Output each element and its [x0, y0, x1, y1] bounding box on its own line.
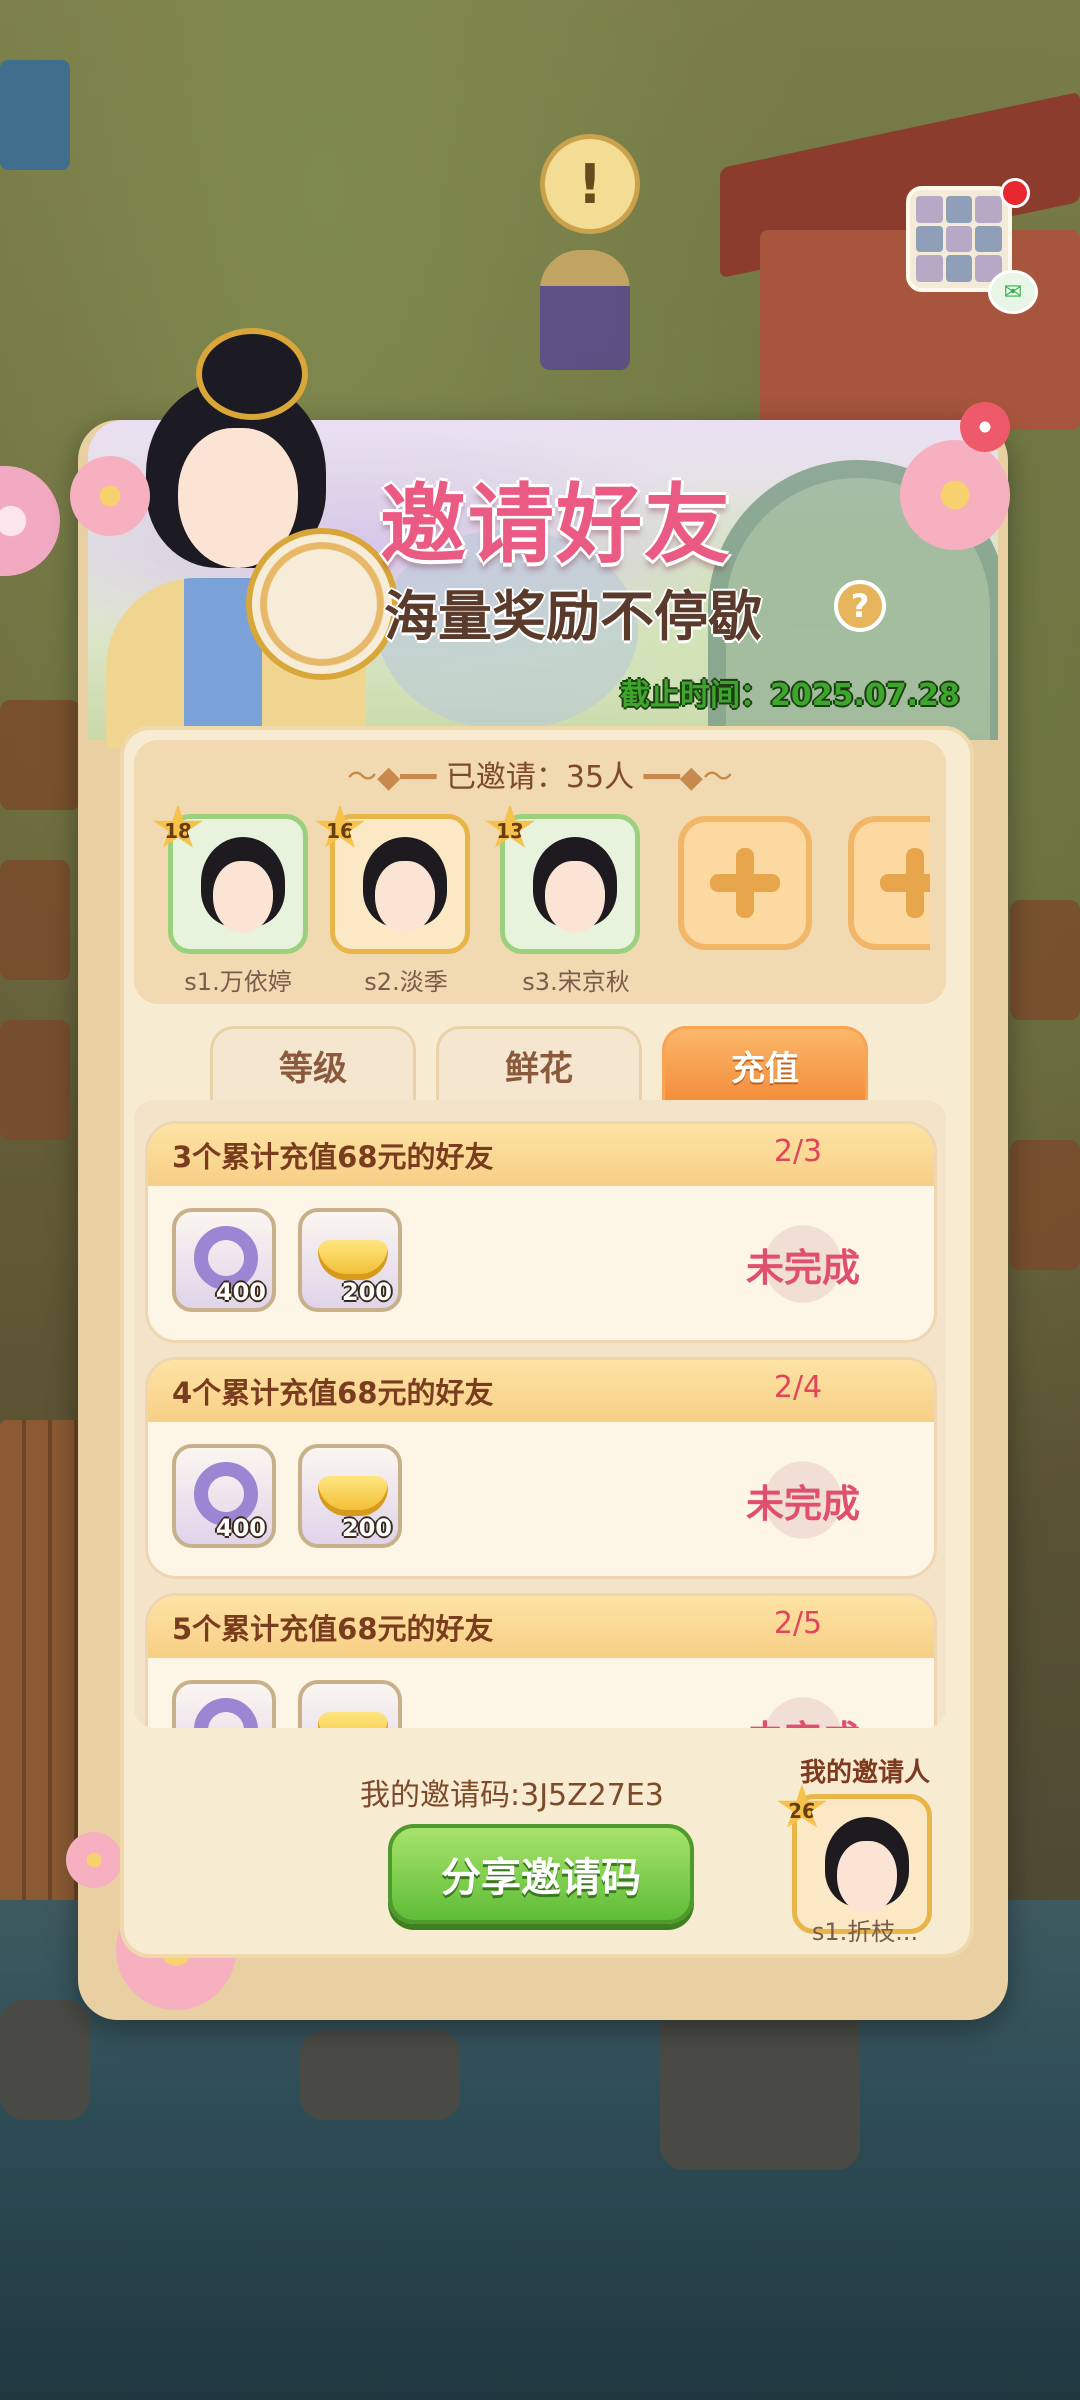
reward-item[interactable]: 400 — [172, 1208, 276, 1312]
pink-flower-decoration — [960, 402, 1010, 452]
my-inviter-title: 我的邀请人 — [799, 1758, 930, 1788]
tab-level[interactable]: 等级 — [210, 1026, 416, 1102]
task-card: 3个累计充值68元的好友 2/3 400 200 未完成 — [148, 1124, 934, 1340]
gold-ingot-icon — [318, 1476, 388, 1516]
wechat-icon[interactable]: ✉ — [988, 270, 1038, 314]
task-description: 4个累计充值68元的好友 — [172, 1376, 494, 1410]
task-card: 4个累计充值68元的好友 2/4 400 200 未完成 — [148, 1360, 934, 1576]
pink-flower-decoration — [70, 456, 150, 536]
pink-flower-decoration — [66, 1832, 122, 1888]
rock — [660, 2000, 860, 2170]
friend-name: s2.淡季 — [364, 968, 448, 996]
reward-count: 400 — [215, 1514, 266, 1542]
plus-icon — [710, 848, 780, 918]
task-description: 3个累计充值68元的好友 — [172, 1140, 494, 1174]
task-status-incomplete: 未完成 — [728, 1224, 878, 1304]
reward-count: 200 — [341, 1514, 392, 1542]
reward-item[interactable] — [172, 1680, 276, 1728]
task-progress: 2/4 — [773, 1370, 823, 1405]
friend-avatar-strip[interactable]: 18 16 13 — [134, 806, 930, 960]
scarecrow — [540, 250, 630, 370]
round-fan-icon — [246, 528, 398, 680]
task-description: 5个累计充值68元的好友 — [172, 1612, 494, 1646]
plus-icon — [880, 848, 930, 918]
panel-title: 邀请好友 — [380, 475, 732, 575]
reward-item[interactable] — [298, 1680, 402, 1728]
reward-item[interactable]: 200 — [298, 1208, 402, 1312]
deadline-text: 截止时间：2025.07.28 — [620, 678, 960, 713]
friend-avatar[interactable]: 16 — [315, 806, 470, 954]
help-question-icon[interactable]: ? — [834, 580, 886, 632]
notification-dot — [1000, 178, 1030, 208]
tab-flowers[interactable]: 鲜花 — [436, 1026, 642, 1102]
farm-plot — [1010, 900, 1080, 1020]
friend-avatar[interactable]: 18 — [153, 806, 308, 954]
gold-ingot-icon — [318, 1240, 388, 1280]
task-status-incomplete: 未完成 — [728, 1696, 878, 1728]
rock — [300, 2030, 460, 2120]
reward-item[interactable]: 200 — [298, 1444, 402, 1548]
invited-count-label: ～◆━━ 已邀请：35人 ━━◆～ — [347, 760, 733, 795]
reward-count: 200 — [341, 1278, 392, 1306]
farm-plot — [1010, 1140, 1080, 1270]
friend-name: s3.宋京秋 — [522, 968, 630, 996]
farm-plot — [0, 1020, 70, 1140]
rock — [0, 2000, 90, 2120]
farm-plot — [0, 700, 80, 810]
alert-bubble-icon[interactable]: ! — [540, 134, 640, 234]
task-card: 5个累计充值68元的好友 2/5 未完成 — [148, 1596, 934, 1728]
friend-avatar[interactable]: 13 — [485, 806, 640, 954]
pink-flower-decoration — [900, 440, 1010, 550]
farm-plot — [0, 860, 70, 980]
task-status-incomplete: 未完成 — [728, 1460, 878, 1540]
inviter-name: s1.折枝... — [811, 1918, 919, 1946]
reward-count: 400 — [215, 1278, 266, 1306]
tab-recharge[interactable]: 充值 — [662, 1026, 868, 1102]
task-list[interactable]: 3个累计充值68元的好友 2/3 400 200 未完成 4个累计充值68元的好… — [134, 1100, 946, 1728]
add-friend-slot[interactable] — [678, 816, 812, 950]
share-invite-code-button[interactable]: 分享邀请码 — [388, 1824, 694, 1924]
friend-name: s1.万依婷 — [184, 968, 292, 996]
panel-subtitle: 海量奖励不停歇 — [384, 585, 762, 648]
add-friend-slot[interactable] — [848, 816, 930, 950]
gold-ingot-icon — [318, 1712, 388, 1728]
pavilion-roof — [0, 60, 70, 170]
task-progress: 2/3 — [773, 1134, 823, 1169]
my-invite-code: 我的邀请码:3J5Z27E3 — [360, 1778, 664, 1813]
purple-ring-icon — [194, 1698, 258, 1728]
task-progress: 2/5 — [773, 1606, 823, 1641]
wooden-dock — [0, 1420, 80, 1980]
reward-item[interactable]: 400 — [172, 1444, 276, 1548]
